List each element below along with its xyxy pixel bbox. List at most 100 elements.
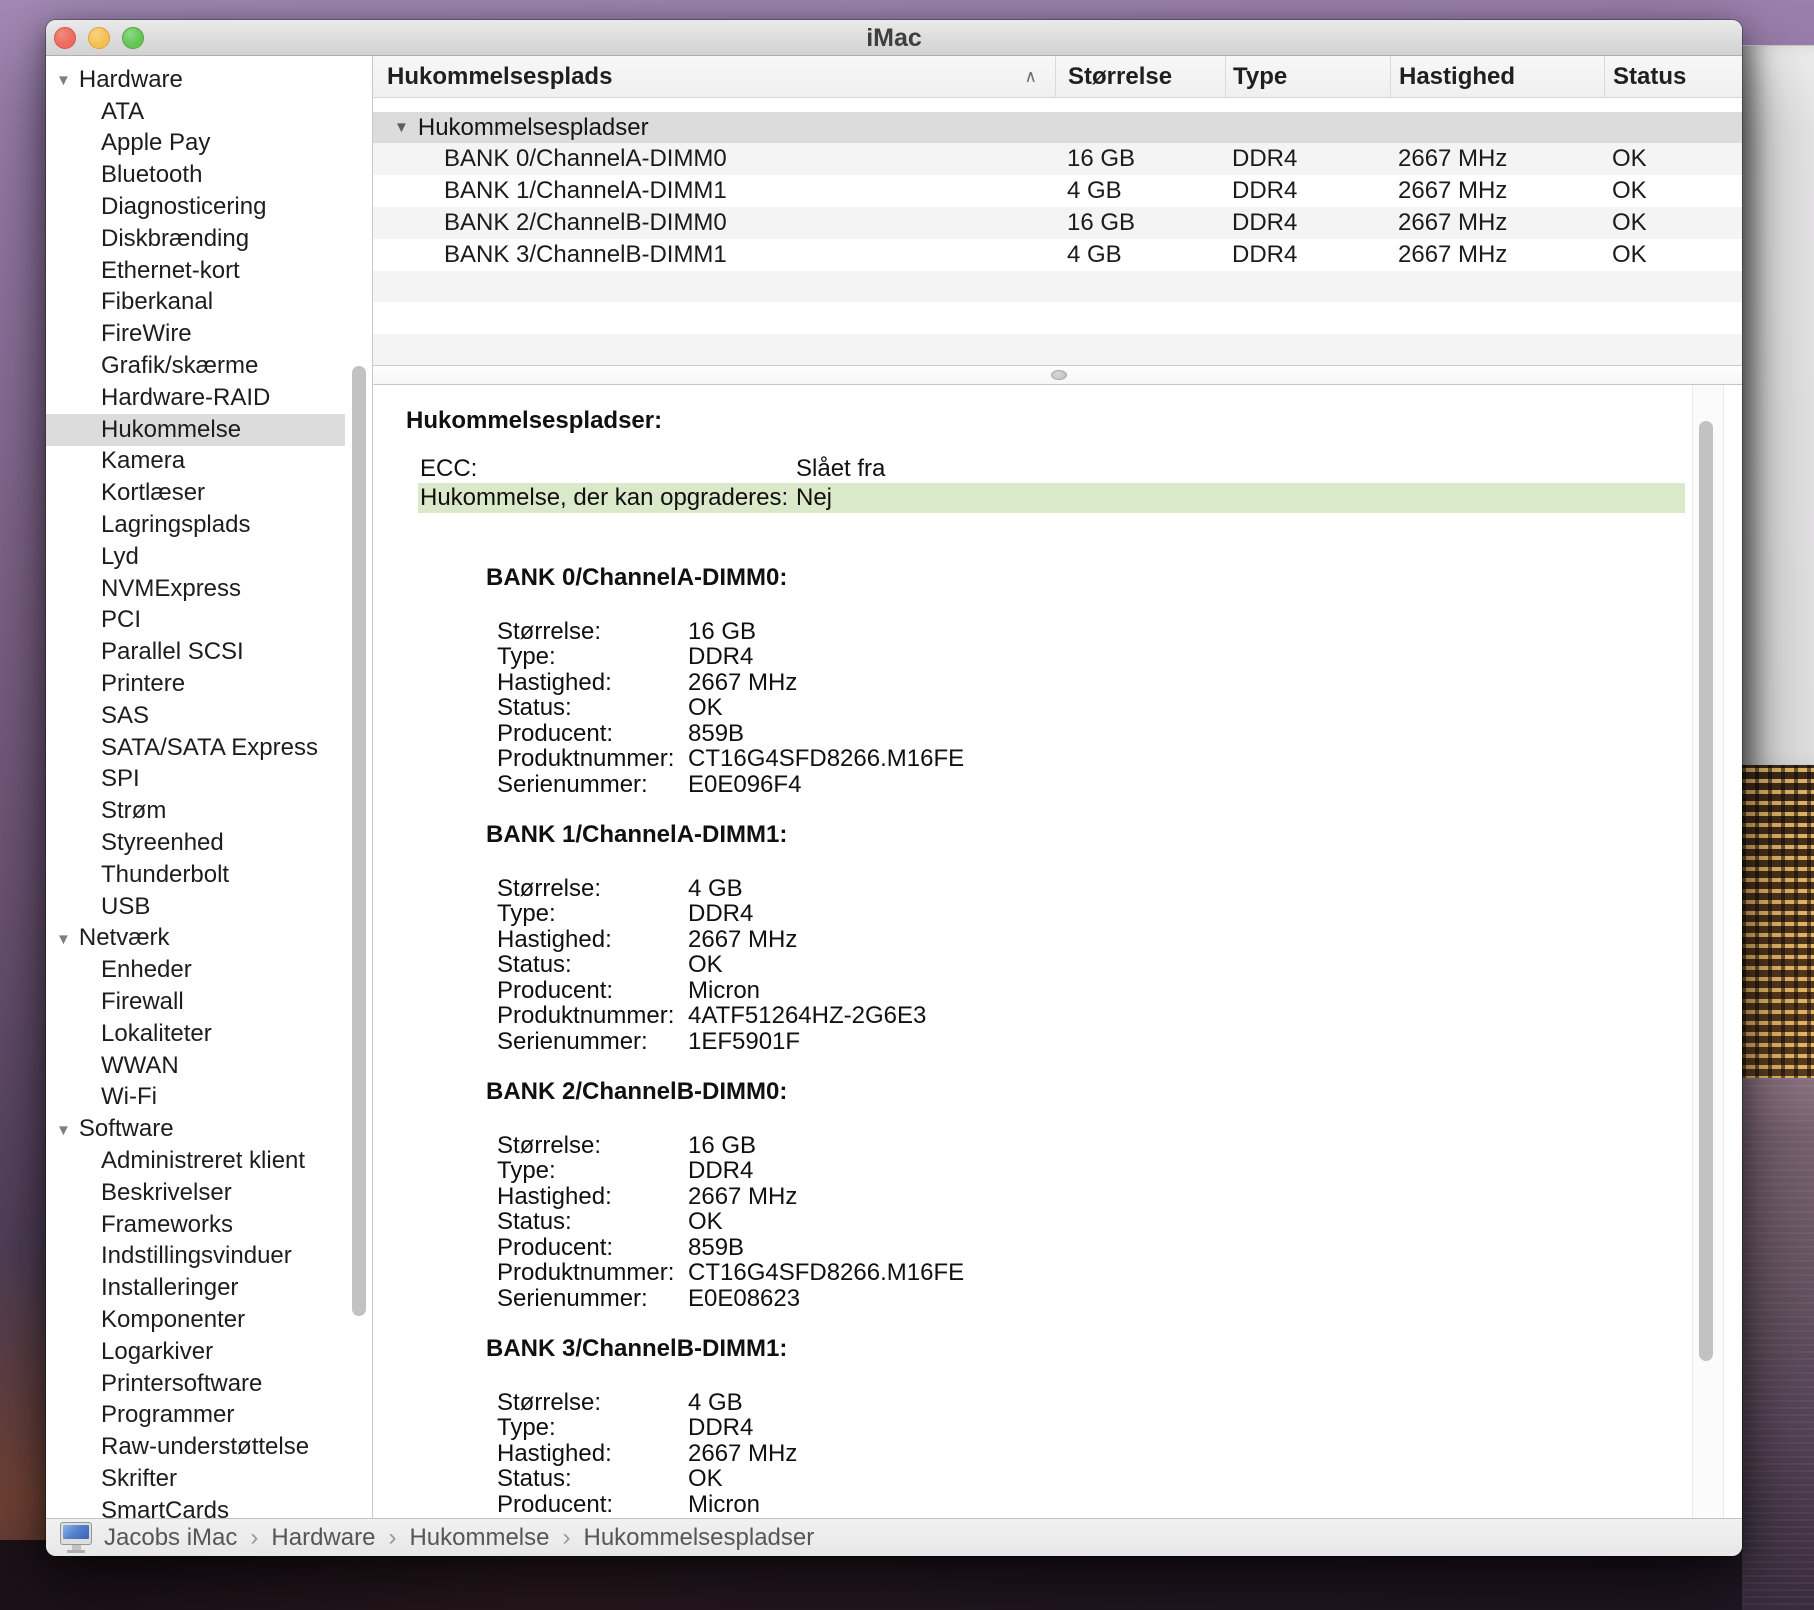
minimize-button[interactable]: [88, 27, 110, 49]
sidebar-item-firewall[interactable]: Firewall: [46, 986, 345, 1018]
disclosure-triangle-icon[interactable]: ▼: [394, 119, 409, 136]
detail-label: Serienummer:: [497, 1027, 648, 1055]
sidebar-item-pci[interactable]: PCI: [46, 605, 345, 637]
sidebar-item-sata-sata-express[interactable]: SATA/SATA Express: [46, 732, 345, 764]
sidebar-row-label: Apple Pay: [101, 129, 211, 157]
sidebar-row-label: PCI: [101, 606, 142, 634]
table-row[interactable]: BANK 0/ChannelA-DIMM0 16 GB DDR4 2667 MHz OK: [373, 143, 1742, 175]
sidebar-item-bluetooth[interactable]: Bluetooth: [46, 159, 345, 191]
sidebar-item-raw-underst-ttelse[interactable]: Raw-understøttelse: [46, 1431, 345, 1463]
sidebar-item-diagnosticering[interactable]: Diagnosticering: [46, 191, 345, 223]
sidebar-row-label: Wi-Fi: [101, 1083, 157, 1111]
sidebar-item-thunderbolt[interactable]: Thunderbolt: [46, 859, 345, 891]
disclosure-triangle-icon[interactable]: ▼: [56, 1122, 71, 1139]
sidebar-item-usb[interactable]: USB: [46, 891, 345, 923]
detail-value: OK: [688, 951, 723, 979]
window-titlebar[interactable]: iMac: [46, 20, 1742, 56]
splitter-handle-icon[interactable]: [1051, 369, 1067, 380]
sidebar-item-installeringer[interactable]: Installeringer: [46, 1272, 345, 1304]
sidebar-item-wi-fi[interactable]: Wi-Fi: [46, 1082, 345, 1114]
detail-value: 4 GB: [688, 1388, 743, 1416]
bank-detail-row: Status: OK: [497, 695, 1742, 721]
sidebar-item-ethernet-kort[interactable]: Ethernet-kort: [46, 255, 345, 287]
column-header-hukommelsesplads[interactable]: Hukommelsesplads ∧: [373, 56, 1055, 97]
sidebar-item-hukommelse[interactable]: Hukommelse: [46, 413, 345, 446]
sidebar-item-fiberkanal[interactable]: Fiberkanal: [46, 287, 345, 319]
sidebar-item-kamera[interactable]: Kamera: [46, 446, 345, 478]
sidebar-row-label: Ethernet-kort: [101, 256, 240, 284]
sidebar-item-apple-pay[interactable]: Apple Pay: [46, 128, 345, 160]
sidebar-item-frameworks[interactable]: Frameworks: [46, 1209, 345, 1241]
empty-row-stripe: [373, 302, 1742, 333]
city-water: [1742, 1078, 1814, 1610]
sidebar-item-hardware-raid[interactable]: Hardware-RAID: [46, 382, 345, 414]
sidebar-group-netv-rk[interactable]: ▼ Netværk: [46, 923, 345, 955]
sidebar-item-kortl-ser[interactable]: Kortlæser: [46, 477, 345, 509]
sidebar-item-lokaliteter[interactable]: Lokaliteter: [46, 1018, 345, 1050]
sidebar-scrollbar-thumb[interactable]: [352, 366, 366, 1316]
sidebar-item-grafik-sk-rme[interactable]: Grafik/skærme: [46, 350, 345, 382]
column-header-størrelse[interactable]: Størrelse: [1055, 56, 1225, 97]
detail-scrollbar-thumb[interactable]: [1699, 420, 1713, 1361]
sidebar-item-printersoftware[interactable]: Printersoftware: [46, 1368, 345, 1400]
sidebar-item-administreret-klient[interactable]: Administreret klient: [46, 1145, 345, 1177]
sidebar-item-smartcards[interactable]: SmartCards: [46, 1495, 345, 1518]
bank-detail-row: Produktnummer: CT16G4SFD8266.M16FE: [497, 746, 1742, 772]
sidebar-item-skrifter[interactable]: Skrifter: [46, 1463, 345, 1495]
close-button[interactable]: [54, 27, 76, 49]
sidebar-item-komponenter[interactable]: Komponenter: [46, 1304, 345, 1336]
sidebar-group-hardware[interactable]: ▼ Hardware: [46, 64, 345, 96]
detail-label: Størrelse:: [497, 617, 602, 645]
detail-row-highlighted: Hukommelse, der kan opgraderes: Nej: [418, 482, 1685, 513]
sidebar-item-diskbr-nding[interactable]: Diskbrænding: [46, 223, 345, 255]
sidebar-item-indstillingsvinduer[interactable]: Indstillingsvinduer: [46, 1240, 345, 1272]
bank-detail-row: Type: DDR4: [497, 1158, 1742, 1184]
sidebar-item-printere[interactable]: Printere: [46, 668, 345, 700]
disclosure-triangle-icon[interactable]: ▼: [56, 931, 71, 948]
bank-detail-row: Producent: Micron: [497, 978, 1742, 1004]
sidebar-item-parallel-scsi[interactable]: Parallel SCSI: [46, 636, 345, 668]
disclosure-triangle-icon[interactable]: ▼: [56, 72, 71, 89]
sidebar-group-software[interactable]: ▼ Software: [46, 1113, 345, 1145]
cell-speed: 2667 MHz: [1398, 177, 1508, 204]
zoom-button[interactable]: [122, 27, 144, 49]
sidebar-item-spi[interactable]: SPI: [46, 764, 345, 796]
table-row[interactable]: BANK 1/ChannelA-DIMM1 4 GB DDR4 2667 MHz OK: [373, 175, 1742, 207]
detail-label: Serienummer:: [497, 1284, 648, 1312]
pane-splitter[interactable]: [373, 364, 1742, 385]
bank-header: BANK 0/ChannelA-DIMM0:: [486, 563, 788, 591]
background-window[interactable]: [1742, 45, 1814, 765]
sidebar-row-label: Administreret klient: [101, 1146, 306, 1174]
sidebar-item-lyd[interactable]: Lyd: [46, 541, 345, 573]
detail-value: E0E08623: [688, 1284, 801, 1312]
sidebar-item-logarkiver[interactable]: Logarkiver: [46, 1336, 345, 1368]
sidebar-item-lagringsplads[interactable]: Lagringsplads: [46, 509, 345, 541]
sidebar-item-programmer[interactable]: Programmer: [46, 1399, 345, 1431]
cell-slot: BANK 0/ChannelA-DIMM0: [444, 145, 727, 172]
sidebar-item-sas[interactable]: SAS: [46, 700, 345, 732]
table-row[interactable]: BANK 3/ChannelB-DIMM1 4 GB DDR4 2667 MHz OK: [373, 239, 1742, 271]
column-header-label: Hukommelsesplads: [387, 62, 613, 90]
detail-label: Størrelse:: [497, 1388, 602, 1416]
table-group-row[interactable]: ▼ Hukommelsespladser: [373, 112, 1742, 143]
detail-value: Slået fra: [796, 454, 886, 482]
sidebar-item-styreenhed[interactable]: Styreenhed: [46, 827, 345, 859]
sidebar-row-label: Kortlæser: [101, 479, 206, 507]
sidebar-item-nvmexpress[interactable]: NVMExpress: [46, 573, 345, 605]
cell-speed: 2667 MHz: [1398, 145, 1508, 172]
sort-ascending-icon[interactable]: ∧: [1025, 67, 1037, 87]
table-row[interactable]: BANK 2/ChannelB-DIMM0 16 GB DDR4 2667 MHz OK: [373, 207, 1742, 239]
column-header-type[interactable]: Type: [1225, 56, 1390, 97]
sidebar-row-label: Installeringer: [101, 1274, 239, 1302]
sidebar-item-str-m[interactable]: Strøm: [46, 795, 345, 827]
sidebar-row-label: Diagnosticering: [101, 193, 267, 221]
detail-value: OK: [688, 1208, 723, 1236]
sidebar-item-enheder[interactable]: Enheder: [46, 954, 345, 986]
column-header-hastighed[interactable]: Hastighed: [1390, 56, 1604, 97]
breadcrumb-separator: ›: [388, 1523, 397, 1551]
sidebar-item-wwan[interactable]: WWAN: [46, 1050, 345, 1082]
sidebar-item-beskrivelser[interactable]: Beskrivelser: [46, 1177, 345, 1209]
sidebar-item-firewire[interactable]: FireWire: [46, 318, 345, 350]
sidebar-item-ata[interactable]: ATA: [46, 96, 345, 128]
column-header-status[interactable]: Status: [1604, 56, 1742, 97]
